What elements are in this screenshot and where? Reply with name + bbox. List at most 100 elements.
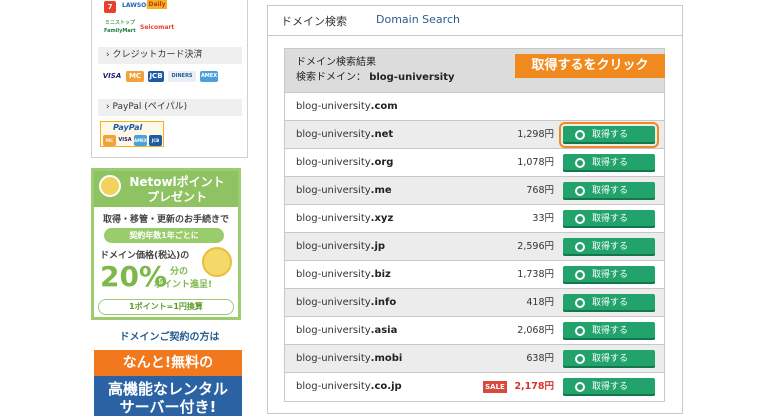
circle-icon	[575, 242, 585, 252]
domain-row: blog-university.asia 2,068円 取得する	[285, 317, 664, 345]
register-domain-button[interactable]: 取得する	[563, 294, 655, 312]
domain-row: blog-university.net 1,298円 取得する	[285, 121, 664, 149]
register-domain-button[interactable]: 取得する	[563, 350, 655, 368]
register-domain-button[interactable]: 取得する	[563, 154, 655, 172]
domain-base: blog-university	[296, 269, 371, 280]
jcb-logo: JCB	[148, 71, 164, 82]
register-domain-button[interactable]: 取得する	[563, 378, 655, 396]
domain-name: blog-university.net	[296, 121, 393, 149]
diners-logo: DINERS	[168, 71, 196, 82]
domain-row: blog-university.info 418円 取得する	[285, 289, 664, 317]
domain-tld: .co.jp	[370, 381, 402, 392]
domain-base: blog-university	[296, 157, 371, 168]
domain-search-panel: ドメイン検索 Domain Search ドメイン検索結果 検索ドメイン： bl…	[267, 5, 683, 414]
domain-tld: .mobi	[370, 353, 403, 364]
free-server-heading: ドメインご契約の方は	[119, 332, 220, 343]
domain-row: blog-university.jp 2,596円 取得する	[285, 233, 664, 261]
coin-icon	[99, 175, 121, 197]
netowl-line-1: 取得・移管・更新のお手続きで	[102, 215, 229, 225]
payment-methods-box: 7 LAWSON Daily ミニストップ FamilyMart Seicoma…	[91, 0, 248, 158]
seicomart-logo: Seicomart	[140, 24, 175, 31]
domain-price: 768円	[526, 185, 554, 196]
register-button-label: 取得する	[592, 214, 629, 224]
points-coin-icon	[202, 247, 232, 277]
domain-tld: .me	[370, 185, 392, 196]
domain-base: blog-university	[296, 101, 371, 112]
domain-row: blog-university.co.jp SALE 2,178円 取得する	[285, 373, 664, 401]
circle-icon	[575, 270, 585, 280]
credit-card-heading: › クレジットカード決済	[98, 47, 242, 64]
daily-logo: Daily	[147, 0, 167, 9]
register-domain-button[interactable]: 取得する	[563, 210, 655, 228]
domain-row: blog-university.me 768円 取得する	[285, 177, 664, 205]
domain-price: 1,298円	[517, 129, 554, 140]
register-domain-button[interactable]: 取得する	[563, 266, 655, 284]
domain-name: blog-university.biz	[296, 261, 391, 289]
register-button-label: 取得する	[592, 354, 629, 364]
mastercard-logo: MC	[126, 71, 144, 82]
results-rows: blog-university.com blog-university.net 1,…	[285, 93, 664, 401]
panel-header: ドメイン検索 Domain Search	[268, 6, 682, 36]
circle-icon	[575, 186, 585, 196]
domain-price: 33円	[532, 213, 554, 224]
ministop-logo: ミニストップ	[105, 20, 136, 26]
domain-base: blog-university	[296, 381, 371, 392]
free-server-blue-text: 高機能なレンタル サーバー付き!	[94, 376, 242, 416]
domain-row: blog-university.com	[285, 93, 664, 121]
free-server-banner[interactable]: ドメインご契約の方は なんと!無料の 高機能なレンタル サーバー付き!	[91, 330, 248, 416]
register-domain-button[interactable]: 取得する	[563, 182, 655, 200]
domain-base: blog-university	[296, 353, 371, 364]
domain-name: blog-university.mobi	[296, 345, 402, 373]
domain-base: blog-university	[296, 325, 371, 336]
domain-tld: .com	[370, 101, 398, 112]
panel-subtitle: Domain Search	[376, 13, 460, 26]
domain-price: 1,078円	[517, 157, 554, 168]
amex-logo: AMEX	[200, 71, 218, 82]
circle-icon	[575, 130, 585, 140]
domain-tld: .info	[370, 297, 397, 308]
domain-base: blog-university	[296, 129, 371, 140]
register-button-label: 取得する	[592, 298, 629, 308]
search-domain-value: blog-university	[369, 72, 455, 83]
circle-icon	[575, 354, 585, 364]
register-domain-button[interactable]: 取得する	[563, 322, 655, 340]
domain-price: 2,068円	[517, 325, 554, 336]
domain-name: blog-university.me	[296, 177, 392, 205]
domain-tld: .org	[370, 157, 394, 168]
paypal-logo: PayPal	[113, 123, 143, 132]
domain-price: 2,596円	[517, 241, 554, 252]
chevron-right-icon: ›	[106, 102, 110, 112]
domain-row: blog-university.biz 1,738円 取得する	[285, 261, 664, 289]
domain-tld: .xyz	[370, 213, 394, 224]
domain-tld: .biz	[370, 269, 391, 280]
paypal-heading: › PayPal (ペイパル)	[98, 99, 242, 116]
netowl-points-banner[interactable]: Netowlポイント プレゼント 取得・移管・更新のお手続きで 契約年数1年ごと…	[91, 168, 241, 320]
domain-name: blog-university.co.jp	[296, 373, 402, 401]
register-button-label: 取得する	[592, 326, 629, 336]
register-button-label: 取得する	[592, 242, 629, 252]
register-domain-button[interactable]: 取得する	[559, 122, 659, 148]
free-server-orange-text: なんと!無料の	[94, 350, 242, 376]
register-button-label: 取得する	[592, 130, 629, 140]
click-instruction-callout: 取得するをクリック	[515, 54, 665, 78]
domain-price: 1,738円	[517, 269, 554, 280]
domain-tld: .net	[370, 129, 394, 140]
circle-icon	[575, 158, 585, 168]
domain-row: blog-university.xyz 33円 取得する	[285, 205, 664, 233]
domain-name: blog-university.com	[296, 93, 398, 121]
domain-base: blog-university	[296, 241, 371, 252]
jcb-logo: JCB	[149, 135, 162, 146]
register-domain-button[interactable]: 取得する	[563, 238, 655, 256]
domain-price: 638円	[526, 353, 554, 364]
panel-title: ドメイン検索	[281, 15, 347, 28]
seven-eleven-logo: 7	[104, 1, 116, 13]
domain-price: 418円	[526, 297, 554, 308]
register-button-label: 取得する	[592, 186, 629, 196]
netowl-points-text: ポイント進呈!	[154, 280, 213, 290]
domain-tld: .jp	[370, 241, 386, 252]
circle-icon	[575, 214, 585, 224]
convenience-store-logos: 7 LAWSON Daily ミニストップ FamilyMart Seicoma…	[104, 0, 239, 39]
sidebar: 7 LAWSON Daily ミニストップ FamilyMart Seicoma…	[91, 0, 248, 416]
domain-name: blog-university.asia	[296, 317, 397, 345]
netowl-conversion-note: 1ポイント=1円換算	[98, 299, 234, 315]
